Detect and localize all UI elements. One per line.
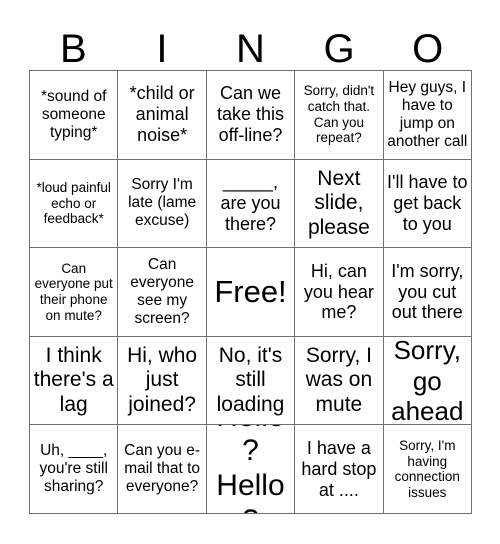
bingo-cell-g5[interactable]: I have a hard stop at ....: [295, 425, 384, 514]
bingo-cell-text: *child or animal noise*: [129, 83, 195, 146]
bingo-header-letter-i: I: [156, 27, 168, 71]
bingo-cell-i1[interactable]: *child or animal noise*: [118, 71, 207, 160]
bingo-cell-o3[interactable]: I'm sorry, you cut out there: [383, 248, 472, 337]
bingo-cell-text: Sorry I'm late (lame excuse): [128, 176, 197, 230]
bingo-cell-i3[interactable]: Can everyone see my screen?: [118, 248, 207, 337]
bingo-header-letter-o: O: [412, 27, 444, 71]
bingo-cell-text: Sorry, I was on mute: [305, 344, 373, 416]
bingo-cell-n1[interactable]: Can we take this off-line?: [206, 71, 296, 160]
bingo-cell-i5[interactable]: Can you e-mail that to everyone?: [118, 425, 207, 514]
bingo-cell-g1[interactable]: Sorry, didn't catch that. Can you repeat…: [295, 71, 384, 160]
bingo-cell-b2[interactable]: *loud painful echo or feedback*: [30, 159, 119, 249]
bingo-card: B I N G O *sound of someone typing* *chi…: [0, 0, 500, 544]
bingo-cell-b5[interactable]: Uh, ____, you're still sharing?: [30, 425, 119, 514]
bingo-cell-text: I think there's a lag: [33, 344, 114, 416]
bingo-cell-g2[interactable]: Next slide, please: [295, 159, 384, 249]
bingo-cell-i4[interactable]: Hi, who just joined?: [118, 336, 207, 426]
bingo-cell-text: Can we take this off-line?: [216, 83, 285, 146]
bingo-cell-text: _____, are you there?: [220, 172, 281, 234]
bingo-header: B I N G O: [29, 14, 472, 70]
bingo-cell-text: Can you e-mail that to everyone?: [124, 442, 200, 496]
bingo-cell-text: Can everyone see my screen?: [130, 256, 194, 327]
bingo-cell-b1[interactable]: *sound of someone typing*: [30, 71, 119, 160]
bingo-cell-text: I have a hard stop at ....: [301, 437, 377, 500]
bingo-cell-g3[interactable]: Hi, can you hear me?: [295, 248, 384, 337]
bingo-grid: *sound of someone typing* *child or anim…: [29, 70, 472, 514]
bingo-cell-text: No, it's still loading: [216, 344, 285, 416]
bingo-cell-text: Sorry, go ahead: [391, 336, 464, 426]
bingo-cell-text: Hey guys, I have to jump on another call: [387, 78, 468, 150]
bingo-cell-n5[interactable]: Hello? Hello?: [206, 425, 296, 514]
bingo-cell-text: I'll have to get back to you: [387, 172, 468, 234]
bingo-free-space-label: Free!: [214, 274, 287, 310]
bingo-cell-free-space[interactable]: Free!: [206, 248, 296, 337]
bingo-cell-text: *loud painful echo or feedback*: [36, 179, 111, 227]
bingo-cell-text: Hello? Hello?: [216, 425, 285, 513]
bingo-cell-g4[interactable]: Sorry, I was on mute: [295, 336, 384, 426]
bingo-cell-o1[interactable]: Hey guys, I have to jump on another call: [383, 71, 472, 160]
bingo-cell-text: Sorry, I'm having connection issues: [394, 437, 460, 500]
bingo-cell-o5[interactable]: Sorry, I'm having connection issues: [383, 425, 472, 514]
bingo-cell-text: Uh, ____, you're still sharing?: [39, 442, 108, 496]
bingo-cell-b4[interactable]: I think there's a lag: [30, 336, 119, 426]
bingo-cell-n2[interactable]: _____, are you there?: [206, 159, 296, 249]
bingo-cell-b3[interactable]: Can everyone put their phone on mute?: [30, 248, 119, 337]
bingo-header-letter-b: B: [59, 27, 87, 71]
bingo-cell-text: I'm sorry, you cut out there: [391, 260, 464, 323]
bingo-cell-n4[interactable]: No, it's still loading: [206, 336, 296, 426]
bingo-cell-text: Sorry, didn't catch that. Can you repeat…: [303, 83, 375, 146]
bingo-cell-text: Can everyone put their phone on mute?: [34, 260, 113, 323]
bingo-cell-o2[interactable]: I'll have to get back to you: [383, 159, 472, 249]
bingo-cell-o4[interactable]: Sorry, go ahead: [383, 336, 472, 426]
bingo-cell-i2[interactable]: Sorry I'm late (lame excuse): [118, 159, 207, 249]
bingo-cell-text: Hi, who just joined?: [127, 344, 198, 416]
bingo-cell-text: *sound of someone typing*: [40, 87, 107, 141]
bingo-header-letter-n: N: [236, 27, 265, 71]
bingo-header-letter-g: G: [323, 27, 355, 71]
bingo-cell-text: Next slide, please: [307, 166, 370, 239]
bingo-cell-text: Hi, can you hear me?: [303, 260, 374, 323]
